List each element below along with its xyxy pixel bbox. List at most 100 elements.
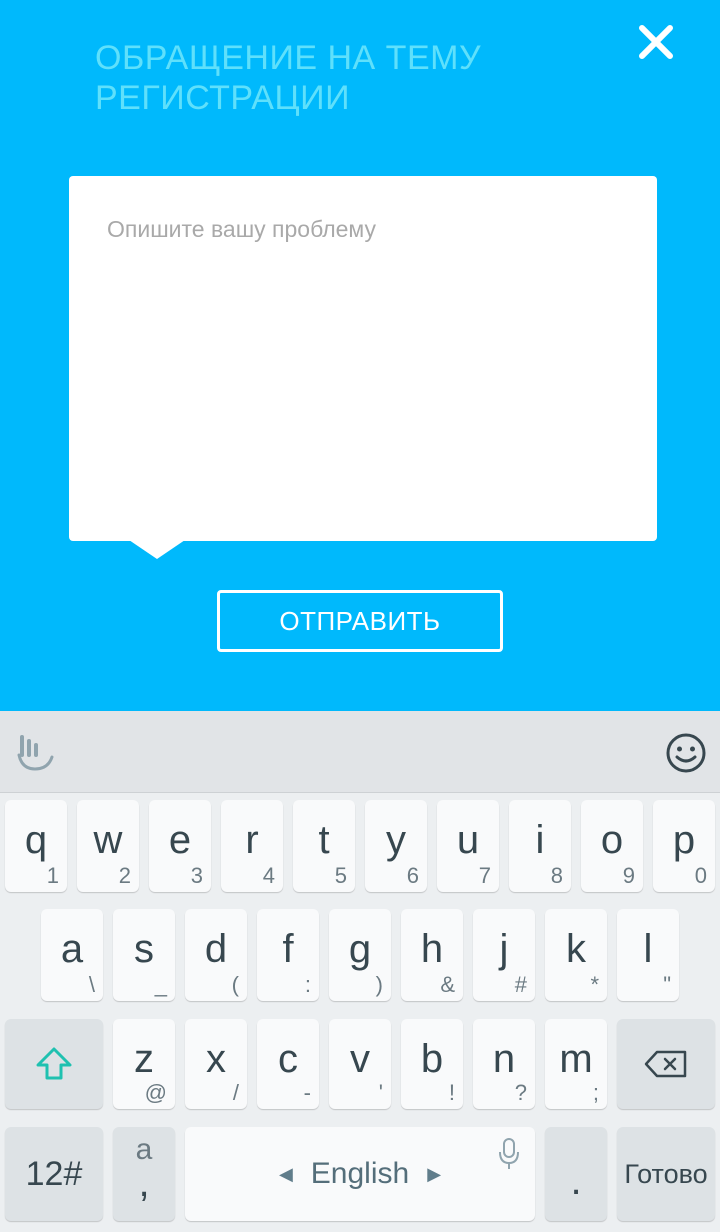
key-secondary-symbol: @ <box>144 1080 167 1105</box>
key-secondary-symbol: # <box>514 972 527 997</box>
numbers-key[interactable]: 12# <box>5 1127 103 1221</box>
speech-bubble-tail <box>129 540 185 559</box>
key-letter: l <box>643 927 653 971</box>
key-o[interactable]: o9 <box>581 800 643 892</box>
key-secondary-symbol: 7 <box>478 863 491 888</box>
period-key[interactable]: . <box>545 1127 607 1221</box>
key-e[interactable]: e3 <box>149 800 211 892</box>
key-letter: o <box>600 818 624 862</box>
key-secondary-symbol: : <box>304 972 311 997</box>
key-w[interactable]: w2 <box>77 800 139 892</box>
chevron-left-icon: ◀ <box>278 1163 293 1184</box>
key-letter: y <box>386 818 406 862</box>
key-letter: f <box>282 927 294 971</box>
touchpal-logo-icon[interactable] <box>14 731 56 773</box>
key-letter: h <box>420 927 444 971</box>
key-secondary-symbol: ! <box>448 1080 455 1105</box>
key-secondary-symbol: 6 <box>406 863 419 888</box>
done-key-label: Готово <box>624 1158 708 1189</box>
key-secondary-symbol: ' <box>378 1080 383 1105</box>
key-t[interactable]: t5 <box>293 800 355 892</box>
key-secondary-symbol: 5 <box>334 863 347 888</box>
numbers-key-label: 12# <box>25 1154 83 1193</box>
key-secondary-symbol: \ <box>88 972 95 997</box>
key-secondary-symbol: 2 <box>118 863 131 888</box>
key-b[interactable]: b! <box>401 1019 463 1109</box>
key-secondary-symbol: * <box>590 972 599 997</box>
key-secondary-symbol: ? <box>514 1080 527 1105</box>
app-screen: ОБРАЩЕНИЕ НА ТЕМУ РЕГИСТРАЦИИ ОТПРАВИТЬ <box>0 0 720 711</box>
shift-key[interactable] <box>5 1019 103 1109</box>
chevron-right-icon: ▶ <box>427 1163 442 1184</box>
key-secondary-symbol: / <box>232 1080 239 1105</box>
key-u[interactable]: u7 <box>437 800 499 892</box>
key-letter: u <box>456 818 480 862</box>
key-secondary-symbol: " <box>663 972 671 997</box>
key-letter: d <box>204 927 228 971</box>
key-secondary-symbol: 0 <box>694 863 707 888</box>
key-letter: g <box>348 927 372 971</box>
key-y[interactable]: y6 <box>365 800 427 892</box>
key-i[interactable]: i8 <box>509 800 571 892</box>
key-letter: k <box>566 927 586 971</box>
key-secondary-symbol: 3 <box>190 863 203 888</box>
key-secondary-symbol: 9 <box>622 863 635 888</box>
period-key-label: . <box>570 1158 582 1203</box>
close-icon <box>639 25 673 59</box>
key-h[interactable]: h & <box>401 909 463 1001</box>
close-button[interactable] <box>630 16 682 68</box>
submit-button[interactable]: ОТПРАВИТЬ <box>217 590 503 652</box>
page-title: ОБРАЩЕНИЕ НА ТЕМУ РЕГИСТРАЦИИ <box>95 39 482 117</box>
backspace-icon <box>617 1019 715 1109</box>
key-secondary-symbol: 1 <box>46 863 59 888</box>
key-secondary-symbol: 8 <box>550 863 563 888</box>
key-letter: p <box>672 818 696 862</box>
key-secondary-symbol: ; <box>592 1080 599 1105</box>
key-l[interactable]: l " <box>617 909 679 1001</box>
key-g[interactable]: g) <box>329 909 391 1001</box>
key-letter: m <box>559 1037 593 1081</box>
key-q[interactable]: q1 <box>5 800 67 892</box>
punctuation-key[interactable]: a , <box>113 1127 175 1221</box>
key-letter: t <box>318 818 330 862</box>
key-letter: q <box>24 818 48 862</box>
key-s[interactable]: s _ <box>113 909 175 1001</box>
problem-textarea-wrap <box>69 176 657 541</box>
key-letter: i <box>535 818 545 862</box>
key-letter: n <box>492 1037 516 1081</box>
key-secondary-symbol: & <box>440 972 455 997</box>
key-letter: e <box>168 818 192 862</box>
key-letter: w <box>93 818 123 862</box>
key-a[interactable]: a \ <box>41 909 103 1001</box>
key-r[interactable]: r4 <box>221 800 283 892</box>
key-letter: a <box>60 927 84 971</box>
key-v[interactable]: v ' <box>329 1019 391 1109</box>
key-c[interactable]: c- <box>257 1019 319 1109</box>
backspace-key[interactable] <box>617 1019 715 1109</box>
key-letter: b <box>420 1037 444 1081</box>
key-letter: z <box>134 1037 154 1081</box>
problem-textarea[interactable] <box>69 176 657 541</box>
space-language-label: English <box>310 1157 410 1190</box>
key-k[interactable]: k * <box>545 909 607 1001</box>
key-p[interactable]: p0 <box>653 800 715 892</box>
key-n[interactable]: n? <box>473 1019 535 1109</box>
space-key[interactable]: ◀ English ▶ <box>185 1127 535 1221</box>
key-d[interactable]: d( <box>185 909 247 1001</box>
microphone-icon <box>497 1137 521 1171</box>
key-letter: v <box>350 1037 370 1081</box>
key-letter: r <box>245 818 259 862</box>
key-z[interactable]: z @ <box>113 1019 175 1109</box>
key-letter: c <box>278 1037 298 1081</box>
key-f[interactable]: f: <box>257 909 319 1001</box>
smiley-icon[interactable] <box>664 731 708 775</box>
key-secondary-symbol: ) <box>375 972 383 997</box>
shift-arrow-icon <box>5 1019 103 1109</box>
key-j[interactable]: j # <box>473 909 535 1001</box>
key-letter: s <box>134 927 154 971</box>
key-m[interactable]: m; <box>545 1019 607 1109</box>
done-key[interactable]: Готово <box>617 1127 715 1221</box>
key-letter: j <box>499 927 509 971</box>
key-secondary-symbol: ( <box>231 972 239 997</box>
key-x[interactable]: x / <box>185 1019 247 1109</box>
